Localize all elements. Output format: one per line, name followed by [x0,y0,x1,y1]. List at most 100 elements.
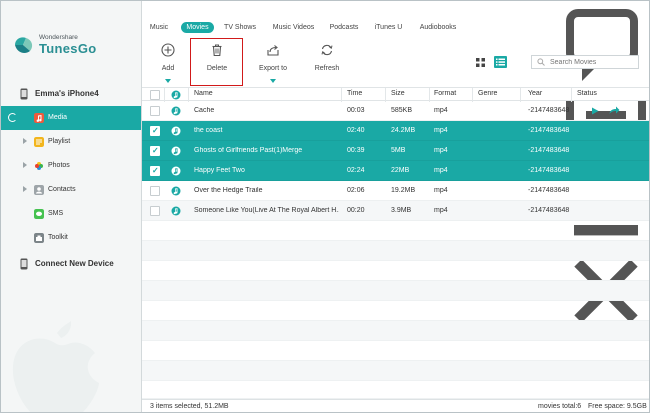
table-row[interactable]: Cache 00:03 585KB mp4 -2147483648 [142,101,649,121]
brand-small: Wondershare [39,34,78,41]
empty-row [142,381,649,399]
cell-time: 00:39 [347,147,365,154]
tab-movies[interactable]: Movies [181,22,214,33]
app-window: Wondershare TunesGo Emma's iPhone4 Media [0,0,650,413]
trash-icon [212,44,222,57]
movie-type-icon [171,90,181,100]
sidebar-item-sms[interactable]: SMS [1,202,141,226]
playlist-icon [34,137,44,147]
sidebar-item-contacts[interactable]: Contacts [1,178,141,202]
refresh-button[interactable]: Refresh [311,41,343,85]
share-icon[interactable] [609,106,620,115]
iphone-icon [20,88,28,100]
checkmark-icon: ✓ [152,166,159,175]
cell-name: Cache [194,107,215,114]
tab-audiobooks[interactable]: Audiobooks [418,22,458,33]
row-checkbox[interactable]: ✓ [150,126,160,136]
table-row[interactable]: ✓ Ghosts of Girlfriends Past(1)Merge 00:… [142,141,649,161]
cell-year: -2147483648 [528,147,570,154]
brand-name: TunesGo [39,41,97,56]
table-row[interactable]: Over the Hedge Traile 02:06 19.2MB mp4 -… [142,181,649,201]
search-box[interactable] [531,55,639,69]
expand-arrow-icon[interactable] [23,186,27,192]
tunesgo-logo-icon [15,37,33,53]
sidebar: Wondershare TunesGo Emma's iPhone4 Media [1,1,142,412]
cell-year: -2147483648 [528,187,570,194]
add-icon [161,43,175,57]
sidebar-item-media[interactable]: Media [1,106,141,130]
row-checkbox[interactable] [150,106,160,116]
export-dropdown-arrow-icon[interactable] [270,79,276,83]
column-header-year[interactable]: Year [528,90,542,97]
table-header: Name Time Size Format Genre Year Status [142,87,649,102]
cell-year: -2147483648 [528,167,570,174]
column-header-name[interactable]: Name [194,90,213,97]
row-checkbox[interactable]: ✓ [150,146,160,156]
table-row[interactable]: ✓ Happy Feet Two 02:24 22MB mp4 -2147483… [142,161,649,181]
sidebar-item-toolkit[interactable]: Toolkit [1,226,141,250]
add-label: Add [161,65,175,72]
cell-size: 24.2MB [391,127,416,134]
cell-time: 02:06 [347,187,365,194]
cell-time: 02:40 [347,127,365,134]
add-button[interactable]: Add [156,41,180,85]
export-button[interactable]: Export to [255,41,291,85]
loading-spinner-icon [8,113,17,122]
toolbar: Add Delete Export to Refresh Search Movi… [142,37,649,87]
play-icon[interactable] [591,107,599,115]
sidebar-item-label: Photos [48,162,70,169]
cell-name: Ghosts of Girlfriends Past(1)Merge [194,147,303,154]
table-row[interactable]: ✓ the coast 02:40 24.2MB mp4 -2147483648 [142,121,649,141]
export-icon [267,45,279,56]
window-controls [566,5,646,323]
list-view-icon[interactable] [494,56,507,68]
delete-label: Delete [206,65,228,72]
cell-format: mp4 [434,187,448,194]
tab-music[interactable]: Music [148,22,170,33]
tab-music-videos[interactable]: Music Videos [271,22,316,33]
cell-year: -2147483648 [528,127,570,134]
grid-view-icon[interactable] [475,57,486,68]
column-header-time[interactable]: Time [347,90,362,97]
tab-podcasts[interactable]: Podcasts [328,22,360,33]
cell-format: mp4 [434,207,448,214]
row-checkbox[interactable] [150,206,160,216]
select-all-checkbox[interactable] [150,90,160,100]
tab-itunes-u[interactable]: iTunes U [374,22,403,33]
column-divider [520,88,521,102]
row-checkbox[interactable] [150,186,160,196]
sidebar-item-label: Toolkit [48,234,68,241]
cell-name: the coast [194,127,223,134]
empty-row [142,281,649,301]
row-checkbox[interactable]: ✓ [150,166,160,176]
free-space: Free space: 9.5GB [588,403,647,410]
column-header-format[interactable]: Format [434,90,456,97]
search-input[interactable] [550,56,636,68]
sidebar-item-photos[interactable]: Photos [1,154,141,178]
checkmark-icon: ✓ [152,126,159,135]
device-header[interactable]: Emma's iPhone4 [1,86,141,102]
table-row[interactable]: Someone Like You(Live At The Royal Alber… [142,201,649,221]
column-header-genre[interactable]: Genre [478,90,497,97]
add-dropdown-arrow-icon[interactable] [165,79,171,83]
cell-size: 3.9MB [391,207,412,214]
sidebar-item-playlist[interactable]: Playlist [1,130,141,154]
contacts-icon [34,185,44,195]
sidebar-item-label: Contacts [48,186,76,193]
iphone-icon [20,258,28,270]
apple-watermark-icon [12,321,99,412]
total-count: movies total:6 [538,403,582,410]
column-divider [164,88,165,102]
refresh-icon [321,44,333,56]
tab-tv-shows[interactable]: TV Shows [223,22,257,33]
column-header-size[interactable]: Size [391,90,405,97]
connect-new-device[interactable]: Connect New Device [1,256,141,272]
column-divider [472,88,473,102]
cell-size: 19.2MB [391,187,416,194]
delete-button[interactable]: Delete [200,41,234,85]
cell-format: mp4 [434,147,448,154]
checkmark-icon: ✓ [152,146,159,155]
expand-arrow-icon[interactable] [23,138,27,144]
expand-arrow-icon[interactable] [23,162,27,168]
column-header-status[interactable]: Status [577,90,597,97]
